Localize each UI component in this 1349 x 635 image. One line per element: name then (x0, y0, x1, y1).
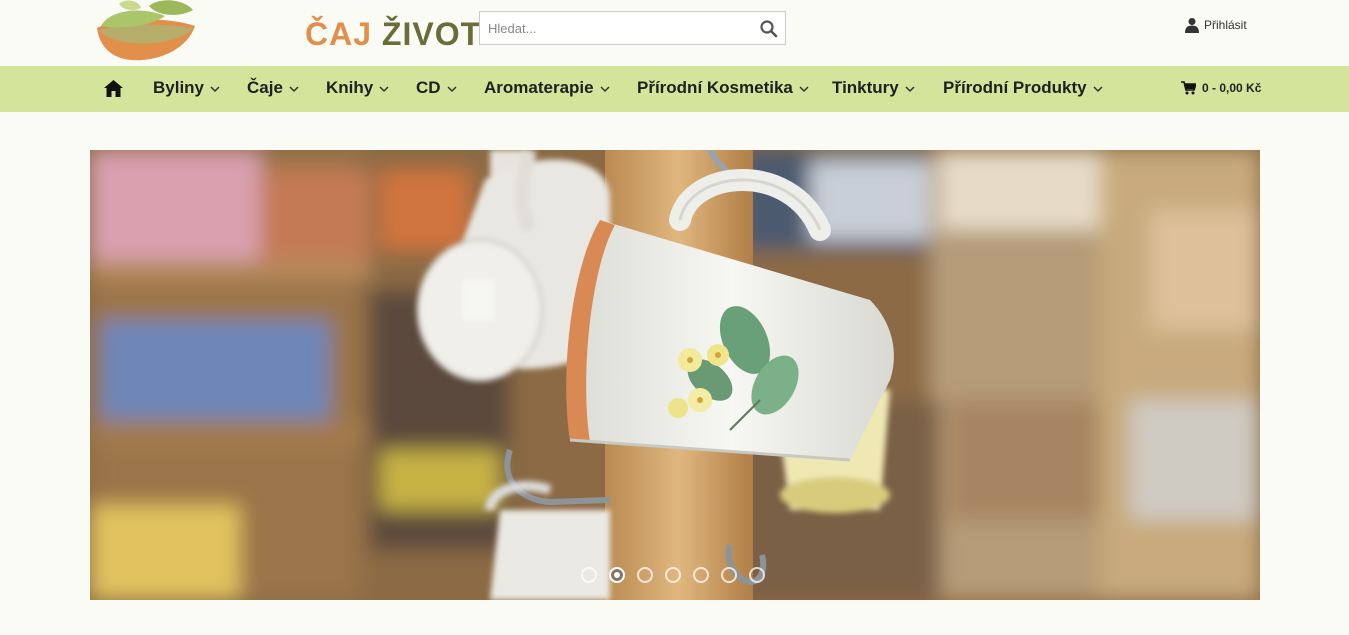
slider-dots (581, 567, 765, 583)
slider-dot[interactable] (637, 567, 653, 583)
slider-dot[interactable] (693, 567, 709, 583)
cart-summary[interactable]: 0 - 0,00 Kč (1181, 81, 1261, 95)
search-input[interactable] (480, 12, 750, 44)
chevron-down-icon (379, 86, 389, 93)
nav-item-prirodni-kosmetika[interactable]: Přírodní Kosmetika (637, 78, 809, 98)
slider-dot[interactable] (749, 567, 765, 583)
slider-dot[interactable] (581, 567, 597, 583)
brand-name: ČAJ ŽIVOTA (305, 16, 503, 53)
brand-word-1: ČAJ (305, 16, 373, 52)
cart-total: 0 - 0,00 Kč (1202, 81, 1262, 95)
nav-item-label: Čaje (247, 78, 283, 97)
chevron-down-icon (210, 86, 220, 93)
leaf-cup-logo-icon (97, 0, 195, 61)
nav-item-label: Přírodní Kosmetika (637, 78, 793, 97)
nav-item-cd[interactable]: CD (416, 78, 457, 98)
nav-item-label: Přírodní Produkty (943, 78, 1087, 97)
chevron-down-icon (289, 86, 299, 93)
login-link[interactable]: Přihlásit (1184, 17, 1247, 33)
chevron-down-icon (1093, 86, 1103, 93)
site-header: ČAJ ŽIVOTA Přihlásit (0, 0, 1349, 66)
search-box (479, 11, 786, 45)
nav-item-tinktury[interactable]: Tinktury (832, 78, 915, 98)
chevron-down-icon (600, 86, 610, 93)
slider-dot[interactable] (665, 567, 681, 583)
slider-dot-active[interactable] (609, 567, 625, 583)
user-icon (1185, 18, 1199, 33)
search-icon[interactable] (759, 19, 779, 39)
slider-dot[interactable] (721, 567, 737, 583)
logo-link[interactable]: ČAJ ŽIVOTA (95, 0, 502, 62)
home-icon[interactable] (104, 80, 123, 97)
nav-item-label: Byliny (153, 78, 205, 97)
hero-mug-photo (90, 150, 1260, 600)
chevron-down-icon (447, 86, 457, 93)
nav-item-label: Aromaterapie (484, 78, 594, 97)
nav-item-label: Knihy (326, 78, 374, 97)
nav-item-aromaterapie[interactable]: Aromaterapie (484, 78, 610, 98)
nav-item-byliny[interactable]: Byliny (153, 78, 220, 98)
chevron-down-icon (799, 86, 809, 93)
hero-slider[interactable] (90, 150, 1260, 600)
chevron-down-icon (905, 86, 915, 93)
nav-item-knihy[interactable]: Knihy (326, 78, 389, 98)
shopping-cart-icon (1181, 81, 1196, 95)
nav-item-label: Tinktury (832, 78, 899, 97)
main-nav: Byliny Čaje Knihy CD Aromaterapie Přírod… (0, 66, 1349, 112)
nav-item-label: CD (416, 78, 441, 97)
login-label: Přihlásit (1204, 18, 1247, 32)
nav-item-prirodni-produkty[interactable]: Přírodní Produkty (943, 78, 1103, 98)
nav-item-caje[interactable]: Čaje (247, 78, 299, 98)
